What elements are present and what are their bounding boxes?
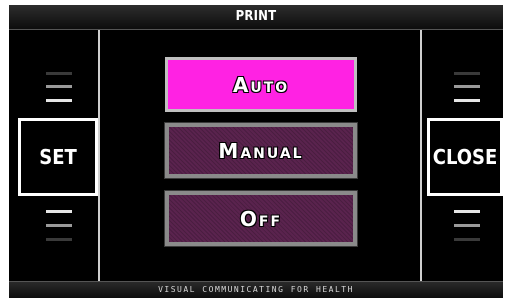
- indicator-bar: [454, 224, 480, 227]
- set-button-label: SET: [39, 145, 77, 169]
- indicator-bar: [46, 85, 72, 88]
- indicator-bar: [46, 224, 72, 227]
- set-button[interactable]: SET: [18, 118, 98, 196]
- close-button-label: CLOSE: [432, 145, 498, 169]
- indicator-bar: [46, 210, 72, 213]
- indicator-bar: [454, 210, 480, 213]
- auto-option-label: Auto: [232, 72, 290, 97]
- indicator-bar: [454, 72, 480, 75]
- indicator-bar: [454, 238, 480, 241]
- manual-option-label: Manual: [218, 138, 304, 163]
- off-option-label: Off: [239, 206, 283, 231]
- footer-bar: VISUAL COMMUNICATING FOR HEALTH: [9, 281, 503, 298]
- title-bar: PRINT: [9, 5, 503, 30]
- indicator-bar: [46, 238, 72, 241]
- indicator-bar: [46, 72, 72, 75]
- indicator-bar: [454, 99, 480, 102]
- page-title: PRINT: [235, 9, 277, 24]
- manual-option-button[interactable]: Manual: [164, 122, 358, 179]
- close-button[interactable]: CLOSE: [427, 118, 503, 196]
- indicator-bar: [46, 99, 72, 102]
- footer-text: VISUAL COMMUNICATING FOR HEALTH: [158, 285, 354, 294]
- auto-option-button[interactable]: Auto: [165, 57, 357, 112]
- indicator-bar: [454, 85, 480, 88]
- off-option-button[interactable]: Off: [164, 190, 358, 247]
